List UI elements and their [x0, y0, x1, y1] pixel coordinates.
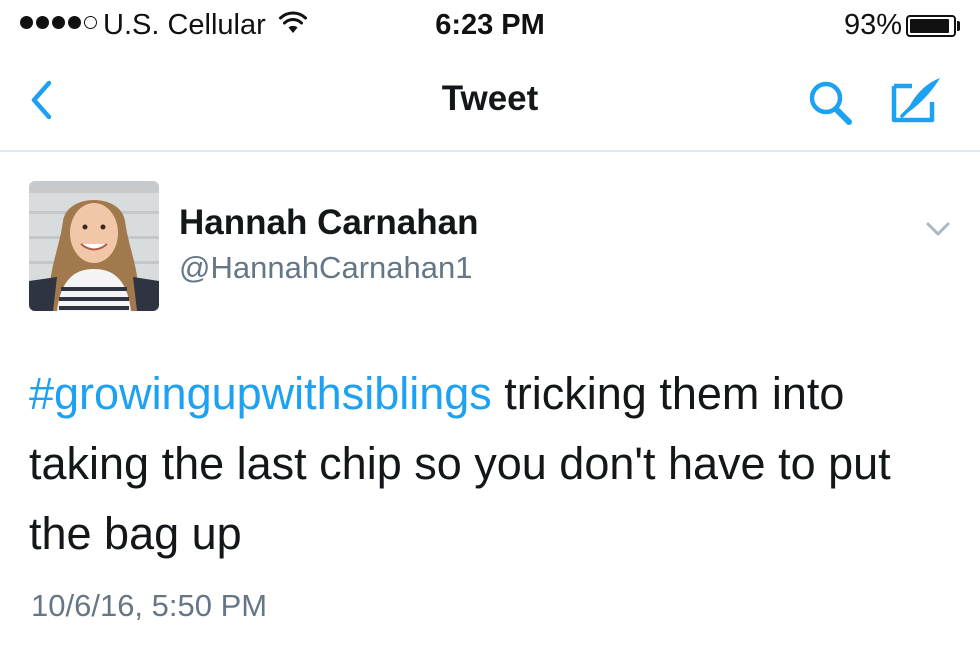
- search-button[interactable]: [804, 78, 860, 128]
- tweet-menu-button[interactable]: [922, 218, 954, 240]
- chevron-down-icon: [926, 222, 950, 236]
- search-icon: [809, 81, 852, 125]
- battery-icon: [906, 15, 956, 37]
- tweet-body: #growingupwithsiblings tricking them int…: [29, 359, 954, 569]
- avatar[interactable]: [29, 181, 159, 311]
- author-handle[interactable]: @HannahCarnahan1: [179, 250, 472, 286]
- author-display-name[interactable]: Hannah Carnahan: [179, 203, 479, 243]
- status-time: 6:23 PM: [435, 9, 545, 41]
- hashtag-link[interactable]: #growingupwithsiblings: [29, 368, 492, 419]
- compose-tweet-button[interactable]: [886, 72, 946, 128]
- battery-terminal: [957, 21, 960, 31]
- navigation-bar: Tweet: [0, 52, 980, 152]
- status-bar: U.S. Cellular 6:23 PM 93%: [0, 0, 980, 52]
- compose-icon: [891, 78, 940, 123]
- tweet-timestamp: 10/6/16, 5:50 PM: [31, 588, 268, 623]
- profile-photo: [29, 181, 159, 311]
- battery-percent: 93%: [844, 9, 903, 41]
- battery-level-fill: [910, 19, 950, 33]
